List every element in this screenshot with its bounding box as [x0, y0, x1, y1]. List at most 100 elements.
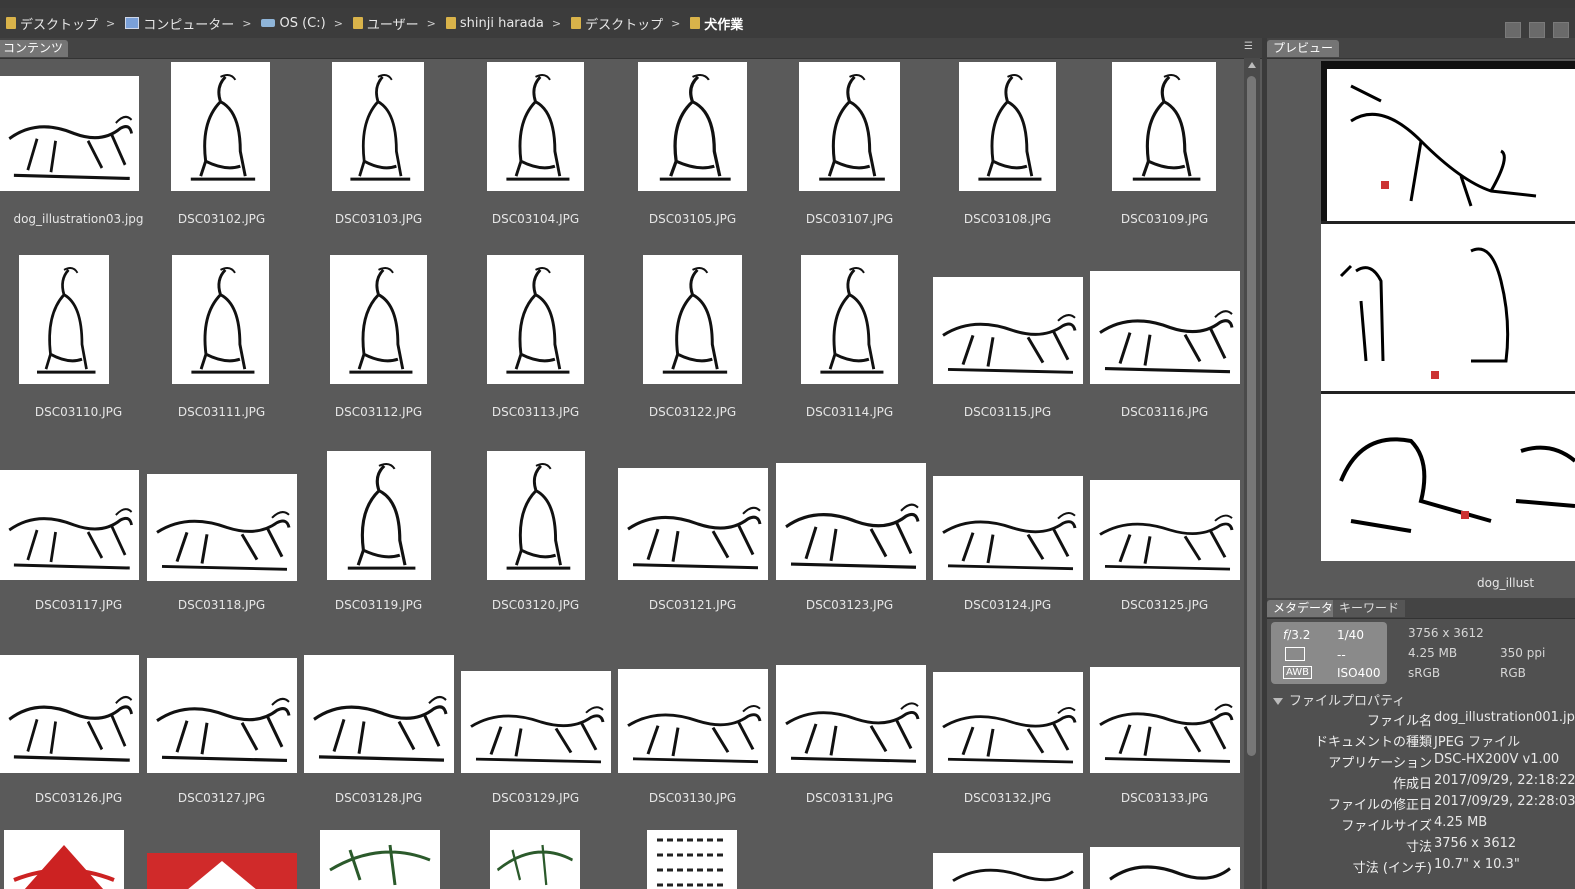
thumbnail-image[interactable]	[1090, 480, 1240, 580]
breadcrumb-desktop2[interactable]: デスクトップ >	[565, 14, 684, 33]
thumbnail-item[interactable]: DSC03103.JPG	[300, 58, 457, 251]
thumbnail-item[interactable]: DSC03133.JPG	[1086, 637, 1243, 830]
thumbnail-item[interactable]: DSC03129.JPG	[457, 637, 614, 830]
thumbnail-item[interactable]: DSC03125.JPG	[1086, 444, 1243, 637]
thumbnail-image[interactable]	[959, 62, 1056, 191]
tab-metadata[interactable]: メタデータ	[1267, 600, 1340, 617]
scroll-thumb[interactable]	[1247, 76, 1256, 756]
thumbnail-image[interactable]	[1090, 847, 1240, 889]
thumbnail-image[interactable]	[171, 62, 270, 191]
thumbnail-item[interactable]: DSC03102.JPG	[143, 58, 300, 251]
preview-image[interactable]	[1321, 61, 1575, 561]
thumbnail-image[interactable]	[776, 463, 926, 580]
thumbnail-image[interactable]	[0, 470, 139, 580]
thumbnail-image[interactable]	[776, 665, 926, 773]
thumbnail-image[interactable]	[461, 671, 611, 773]
thumbnail-image[interactable]	[933, 277, 1083, 384]
thumbnail-image[interactable]	[4, 830, 124, 889]
panel-menu-icon[interactable]: ☰	[1244, 42, 1258, 52]
tab-keywords[interactable]: キーワード	[1333, 600, 1406, 617]
thumbnail-size-icon[interactable]	[1529, 22, 1545, 38]
breadcrumb-current[interactable]: 犬作業	[684, 14, 743, 33]
breadcrumb-user[interactable]: shinji harada >	[440, 16, 565, 31]
thumbnail-image[interactable]	[19, 255, 109, 384]
chevron-right-icon[interactable]: >	[242, 17, 251, 30]
thumbnail-image[interactable]	[0, 76, 139, 191]
thumbnail-image[interactable]	[647, 830, 737, 889]
thumbnail-image[interactable]	[933, 672, 1083, 773]
thumbnail-image[interactable]	[1090, 667, 1240, 773]
thumbnail-image[interactable]	[487, 62, 584, 191]
thumbnail-item[interactable]: DSC03107.JPG	[771, 58, 928, 251]
breadcrumb-computer[interactable]: コンピューター >	[119, 14, 255, 33]
thumbnail-item[interactable]: DSC03127.JPG	[143, 637, 300, 830]
grid-view-icon[interactable]	[1505, 22, 1521, 38]
thumbnail-image[interactable]	[332, 62, 424, 191]
thumbnail-item[interactable]: DSC03114.JPG	[771, 251, 928, 444]
breadcrumb-desktop[interactable]: デスクトップ >	[0, 14, 119, 33]
thumbnail-item[interactable]: DSC03121.JPG	[614, 444, 771, 637]
thumbnail-image[interactable]	[147, 853, 297, 889]
thumbnail-item[interactable]: DSC03123.JPG	[771, 444, 928, 637]
chevron-right-icon[interactable]: >	[334, 17, 343, 30]
breadcrumb-drive[interactable]: OS (C:) >	[255, 16, 346, 31]
thumbnail-item[interactable]: DSC03116.JPG	[1086, 251, 1243, 444]
thumbnail-image[interactable]	[490, 830, 580, 889]
property-value: DSC-HX200V v1.00	[1434, 752, 1560, 767]
thumbnail-image[interactable]	[933, 853, 1083, 889]
thumbnail-image[interactable]	[0, 655, 139, 773]
thumbnail-item[interactable]: DSC03111.JPG	[143, 251, 300, 444]
thumbnail-image[interactable]	[172, 255, 269, 384]
thumbnail-item[interactable]: DSC03110.JPG	[0, 251, 157, 444]
scroll-up-icon[interactable]	[1248, 62, 1256, 68]
thumbnail-image[interactable]	[304, 655, 454, 773]
thumbnail-item[interactable]: DSC03122.JPG	[614, 251, 771, 444]
thumbnail-item[interactable]: DSC03109.JPG	[1086, 58, 1243, 251]
thumbnail-item[interactable]: DSC03115.JPG	[929, 251, 1086, 444]
tab-content[interactable]: コンテンツ	[0, 40, 69, 57]
thumbnail-image[interactable]	[801, 255, 898, 384]
thumbnail-item[interactable]: DSC03117.JPG	[0, 444, 157, 637]
thumbnail-item[interactable]: DSC03131.JPG	[771, 637, 928, 830]
thumbnail-image[interactable]	[1112, 62, 1216, 191]
thumbnail-image[interactable]	[618, 669, 768, 773]
thumbnail-item[interactable]: DSC03128.JPG	[300, 637, 457, 830]
thumbnail-image[interactable]	[487, 451, 585, 580]
thumbnail-image[interactable]	[147, 474, 297, 581]
thumbnail-item[interactable]: dog_illustration03.jpg	[0, 58, 157, 251]
thumbnail-image[interactable]	[487, 255, 584, 384]
chevron-right-icon[interactable]: >	[552, 17, 561, 30]
content-scrollbar[interactable]	[1244, 58, 1260, 889]
thumbnail-item[interactable]: DSC03126.JPG	[0, 637, 157, 830]
thumbnail-item[interactable]: DSC03119.JPG	[300, 444, 457, 637]
thumbnail-image[interactable]	[618, 468, 768, 580]
dog-sketch	[659, 73, 731, 181]
chevron-right-icon[interactable]: >	[106, 17, 115, 30]
thumbnail-item[interactable]: DSC03124.JPG	[929, 444, 1086, 637]
thumbnail-image[interactable]	[933, 476, 1083, 580]
thumbnail-item[interactable]: DSC03132.JPG	[929, 637, 1086, 830]
thumbnail-item[interactable]: DSC03104.JPG	[457, 58, 614, 251]
thumbnail-image[interactable]	[330, 255, 427, 384]
tab-preview[interactable]: プレビュー	[1267, 40, 1340, 57]
thumbnail-item[interactable]: DSC03130.JPG	[614, 637, 771, 830]
thumbnail-item[interactable]: DSC03105.JPG	[614, 58, 771, 251]
thumbnail-image[interactable]	[320, 830, 440, 889]
thumbnail-item[interactable]: DSC03112.JPG	[300, 251, 457, 444]
chevron-right-icon[interactable]: >	[671, 17, 680, 30]
thumbnail-image[interactable]	[1090, 271, 1240, 384]
breadcrumb-users[interactable]: ユーザー >	[347, 14, 440, 33]
thumbnail-item[interactable]: DSC03108.JPG	[929, 58, 1086, 251]
thumbnail-item[interactable]: DSC03120.JPG	[457, 444, 614, 637]
thumbnail-image[interactable]	[638, 62, 747, 191]
thumbnail-item[interactable]: DSC03113.JPG	[457, 251, 614, 444]
star-filter-icon[interactable]	[1553, 22, 1569, 38]
disclosure-triangle-icon[interactable]	[1273, 698, 1283, 705]
thumbnail-image[interactable]	[799, 62, 900, 191]
thumbnail-image[interactable]	[327, 451, 431, 580]
thumbnail-image[interactable]	[147, 658, 297, 773]
thumbnail-item[interactable]: DSC03118.JPG	[143, 444, 300, 637]
chevron-right-icon[interactable]: >	[427, 17, 436, 30]
file-properties-section[interactable]: ファイルプロパティ	[1273, 690, 1405, 709]
thumbnail-image[interactable]	[643, 255, 742, 384]
